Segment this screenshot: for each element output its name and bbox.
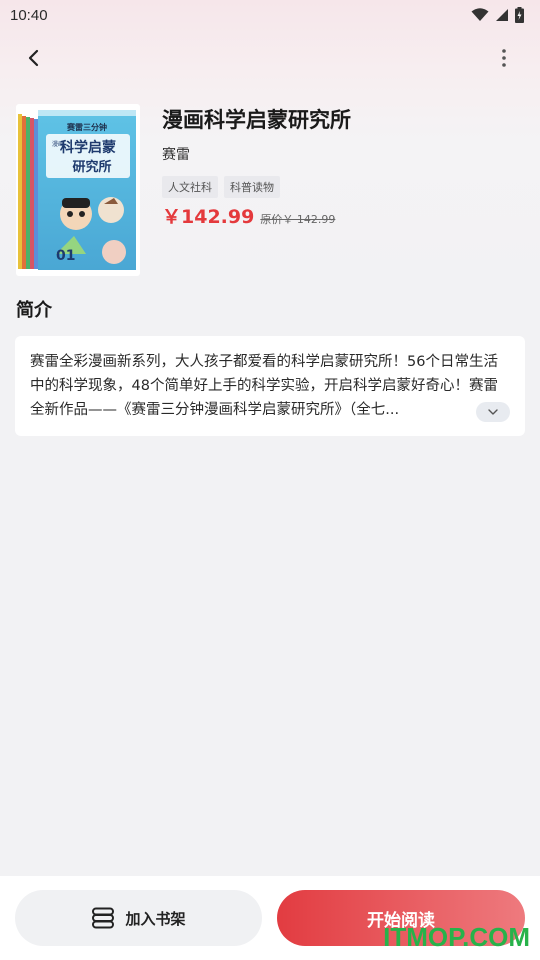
intro-card: 赛雷全彩漫画新系列，大人孩子都爱看的科学启蒙研究所！56个日常生活中的科学现象，… [15, 336, 525, 436]
cover-top-text: 赛雷三分钟 [66, 122, 107, 132]
chevron-down-icon [488, 409, 498, 415]
tag-item[interactable]: 科普读物 [224, 176, 280, 198]
back-arrow-icon [28, 49, 39, 67]
nav-bar [0, 38, 540, 78]
cover-title-line-2: 研究所 [72, 159, 111, 175]
expand-intro-button[interactable] [476, 402, 510, 422]
more-button[interactable] [490, 44, 518, 72]
watermark: ITMOP.COM [383, 922, 530, 952]
cover-subtitle: 漫画 [52, 140, 64, 148]
current-price: ￥142.99 [162, 206, 255, 228]
status-time: 10:40 [10, 6, 48, 24]
book-cover[interactable]: 赛雷三分钟 科学启蒙 研究所 漫画 01 [16, 104, 140, 276]
status-icons [471, 7, 524, 23]
more-vertical-icon [502, 49, 506, 67]
cover-title-line-1: 科学启蒙 [60, 139, 116, 156]
original-price: 原价￥ 142.99 [260, 213, 336, 226]
price-row: ￥142.99 原价￥ 142.99 [162, 202, 335, 229]
book-title: 漫画科学启蒙研究所 [162, 108, 351, 132]
tag-item[interactable]: 人文社科 [162, 176, 218, 198]
tag-list: 人文社科 科普读物 [162, 176, 280, 198]
book-author[interactable]: 赛雷 [162, 144, 190, 164]
book-header: 赛雷三分钟 科学启蒙 研究所 漫画 01 漫画科学启蒙研究所 赛雷 人文社科 科… [16, 104, 526, 280]
wifi-icon [471, 8, 489, 21]
signal-icon [496, 9, 508, 21]
add-to-shelf-button[interactable]: 加入书架 [15, 890, 262, 946]
bookshelf-icon [92, 907, 115, 929]
add-to-shelf-label: 加入书架 [125, 909, 186, 928]
cover-volume: 01 [56, 248, 75, 264]
status-bar: 10:40 [0, 0, 540, 30]
intro-heading: 简介 [16, 300, 52, 321]
book-detail-page: 10:40 赛雷三分钟 科学启蒙 研究所 漫画 01 漫画科学启蒙研究所 赛雷 … [0, 0, 540, 960]
battery-icon [515, 7, 524, 23]
intro-text: 赛雷全彩漫画新系列，大人孩子都爱看的科学启蒙研究所！56个日常生活中的科学现象，… [30, 354, 498, 418]
back-button[interactable] [20, 44, 48, 72]
